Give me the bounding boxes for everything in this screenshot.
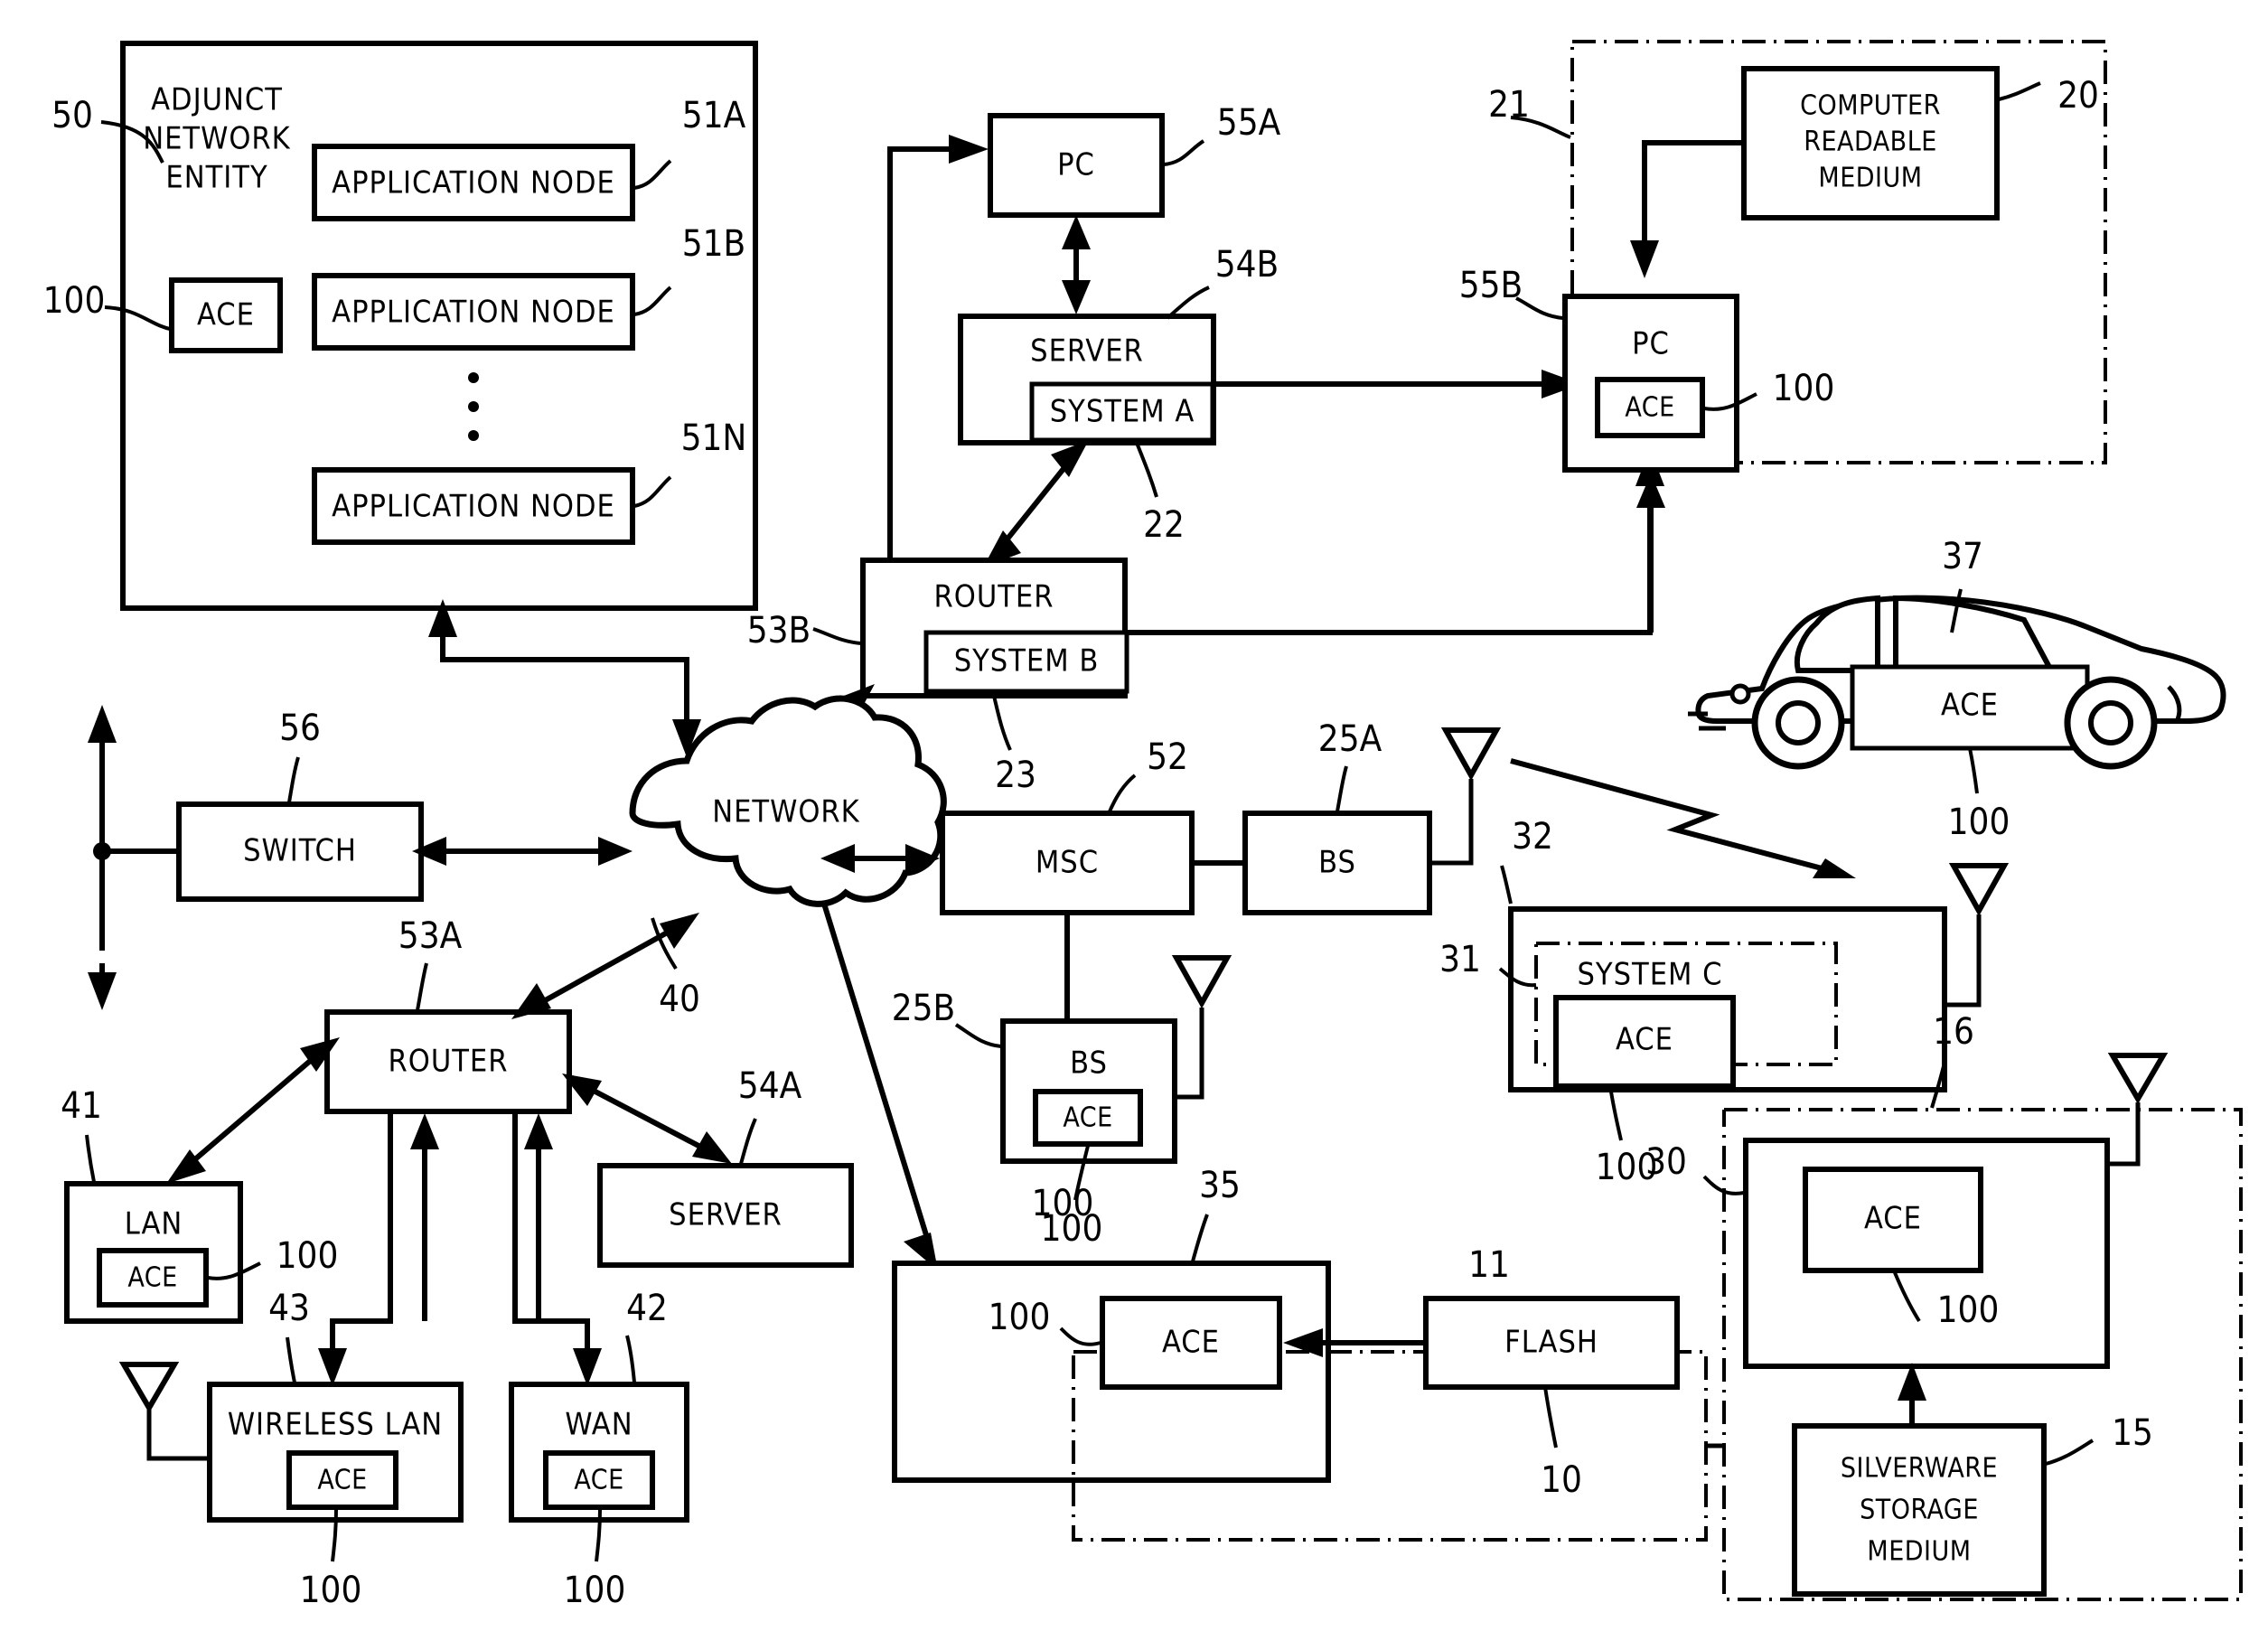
ref-22: 22 bbox=[1143, 504, 1185, 546]
wan-label: WAN bbox=[565, 1407, 633, 1443]
bottomright-ace-label: ACE bbox=[1864, 1201, 1922, 1237]
ref-30: 30 bbox=[1645, 1141, 1687, 1183]
server-54b-label: SERVER bbox=[1030, 333, 1144, 370]
network-label: NETWORK bbox=[712, 794, 860, 830]
ref-100-bm-outer: 100 bbox=[1032, 1183, 1094, 1224]
ref-100-adjunct: 100 bbox=[43, 280, 106, 322]
msc-label: MSC bbox=[1036, 845, 1099, 881]
lan-ace-label: ACE bbox=[127, 1262, 177, 1294]
adjunct-title-line3: ENTITY bbox=[165, 160, 267, 196]
ref-31: 31 bbox=[1439, 939, 1481, 980]
flash-label: FLASH bbox=[1504, 1325, 1598, 1361]
ref-25A: 25A bbox=[1318, 718, 1382, 760]
ref-16: 16 bbox=[1933, 1011, 1974, 1053]
application-node-51n-label: APPLICATION NODE bbox=[332, 489, 615, 525]
ref-51N: 51N bbox=[681, 417, 747, 459]
ref-32: 32 bbox=[1512, 816, 1553, 858]
router-system-b-label: SYSTEM B bbox=[954, 643, 1100, 680]
pc-top-label: PC bbox=[1057, 147, 1095, 183]
pc-55b-ace-label: ACE bbox=[1625, 392, 1674, 424]
ref-20: 20 bbox=[2057, 75, 2099, 117]
ref-15: 15 bbox=[2112, 1412, 2153, 1454]
ref-11: 11 bbox=[1468, 1244, 1510, 1286]
ref-51B: 51B bbox=[682, 223, 745, 265]
ref-42: 42 bbox=[626, 1288, 668, 1329]
system-c-label: SYSTEM C bbox=[1578, 957, 1723, 993]
patent-figure: 50 ADJUNCT NETWORK ENTITY ACE 100 APPLIC… bbox=[0, 0, 2268, 1650]
pc-55b-label: PC bbox=[1632, 326, 1670, 362]
router-53a-label: ROUTER bbox=[389, 1044, 509, 1080]
ref-23: 23 bbox=[995, 755, 1036, 796]
ref-100-pc55b: 100 bbox=[1773, 368, 1835, 409]
silverware-line3: MEDIUM bbox=[1867, 1536, 1971, 1568]
ref-35: 35 bbox=[1199, 1165, 1241, 1206]
ref-53B: 53B bbox=[747, 610, 811, 652]
bs-25b-ace-label: ACE bbox=[1063, 1102, 1112, 1134]
ref-51A: 51A bbox=[682, 95, 746, 136]
application-node-51a-label: APPLICATION NODE bbox=[332, 165, 615, 202]
ref-54A: 54A bbox=[738, 1065, 802, 1107]
switch-label: SWITCH bbox=[243, 833, 357, 869]
crm-line3: MEDIUM bbox=[1818, 163, 1922, 194]
server-54a-label: SERVER bbox=[669, 1197, 783, 1233]
server-system-a-label: SYSTEM A bbox=[1050, 394, 1195, 430]
wireless-lan-ace-label: ACE bbox=[317, 1465, 367, 1496]
wan-ace-label: ACE bbox=[574, 1465, 623, 1496]
ref-100-bm-inner: 100 bbox=[989, 1297, 1051, 1338]
ref-55A: 55A bbox=[1217, 102, 1281, 144]
bs-25b-label: BS bbox=[1070, 1045, 1108, 1082]
ref-37: 37 bbox=[1942, 536, 1983, 577]
crm-line2: READABLE bbox=[1804, 127, 1937, 158]
ref-100-lan: 100 bbox=[276, 1235, 339, 1277]
silverware-line2: STORAGE bbox=[1860, 1495, 1979, 1526]
ref-100-car: 100 bbox=[1948, 802, 2010, 843]
ref-55B: 55B bbox=[1459, 265, 1523, 306]
ref-100-wlan: 100 bbox=[300, 1570, 362, 1611]
car-illustration: ACE bbox=[1688, 595, 2226, 770]
adjunct-title-line1: ADJUNCT bbox=[151, 82, 283, 118]
ref-43: 43 bbox=[268, 1288, 310, 1329]
ref-50: 50 bbox=[52, 95, 93, 136]
crm-line1: COMPUTER bbox=[1800, 90, 1941, 122]
bs-25a-label: BS bbox=[1318, 845, 1356, 881]
adjunct-ace-label: ACE bbox=[197, 297, 255, 333]
application-node-51b-label: APPLICATION NODE bbox=[332, 295, 615, 331]
ref-100-bottomright: 100 bbox=[1937, 1289, 2000, 1331]
ref-100-wan: 100 bbox=[564, 1570, 626, 1611]
ref-56: 56 bbox=[279, 708, 321, 749]
ref-52: 52 bbox=[1147, 736, 1188, 778]
silverware-line1: SILVERWARE bbox=[1841, 1453, 1998, 1485]
ref-54B: 54B bbox=[1215, 244, 1279, 286]
bottommid-ace-label: ACE bbox=[1162, 1325, 1220, 1361]
wireless-lan-label: WIRELESS LAN bbox=[228, 1407, 443, 1443]
ref-21: 21 bbox=[1488, 84, 1530, 126]
ref-53A: 53A bbox=[398, 915, 463, 957]
ref-41: 41 bbox=[61, 1085, 102, 1127]
adjunct-title-line2: NETWORK bbox=[143, 121, 291, 157]
ref-40: 40 bbox=[659, 979, 700, 1020]
lan-label: LAN bbox=[125, 1206, 183, 1242]
system-c-ace-label: ACE bbox=[1616, 1022, 1673, 1058]
ref-25B: 25B bbox=[892, 988, 955, 1029]
car-ace-label: ACE bbox=[1941, 688, 1999, 724]
router-53b-label: ROUTER bbox=[934, 579, 1054, 615]
ref-10: 10 bbox=[1541, 1459, 1582, 1501]
